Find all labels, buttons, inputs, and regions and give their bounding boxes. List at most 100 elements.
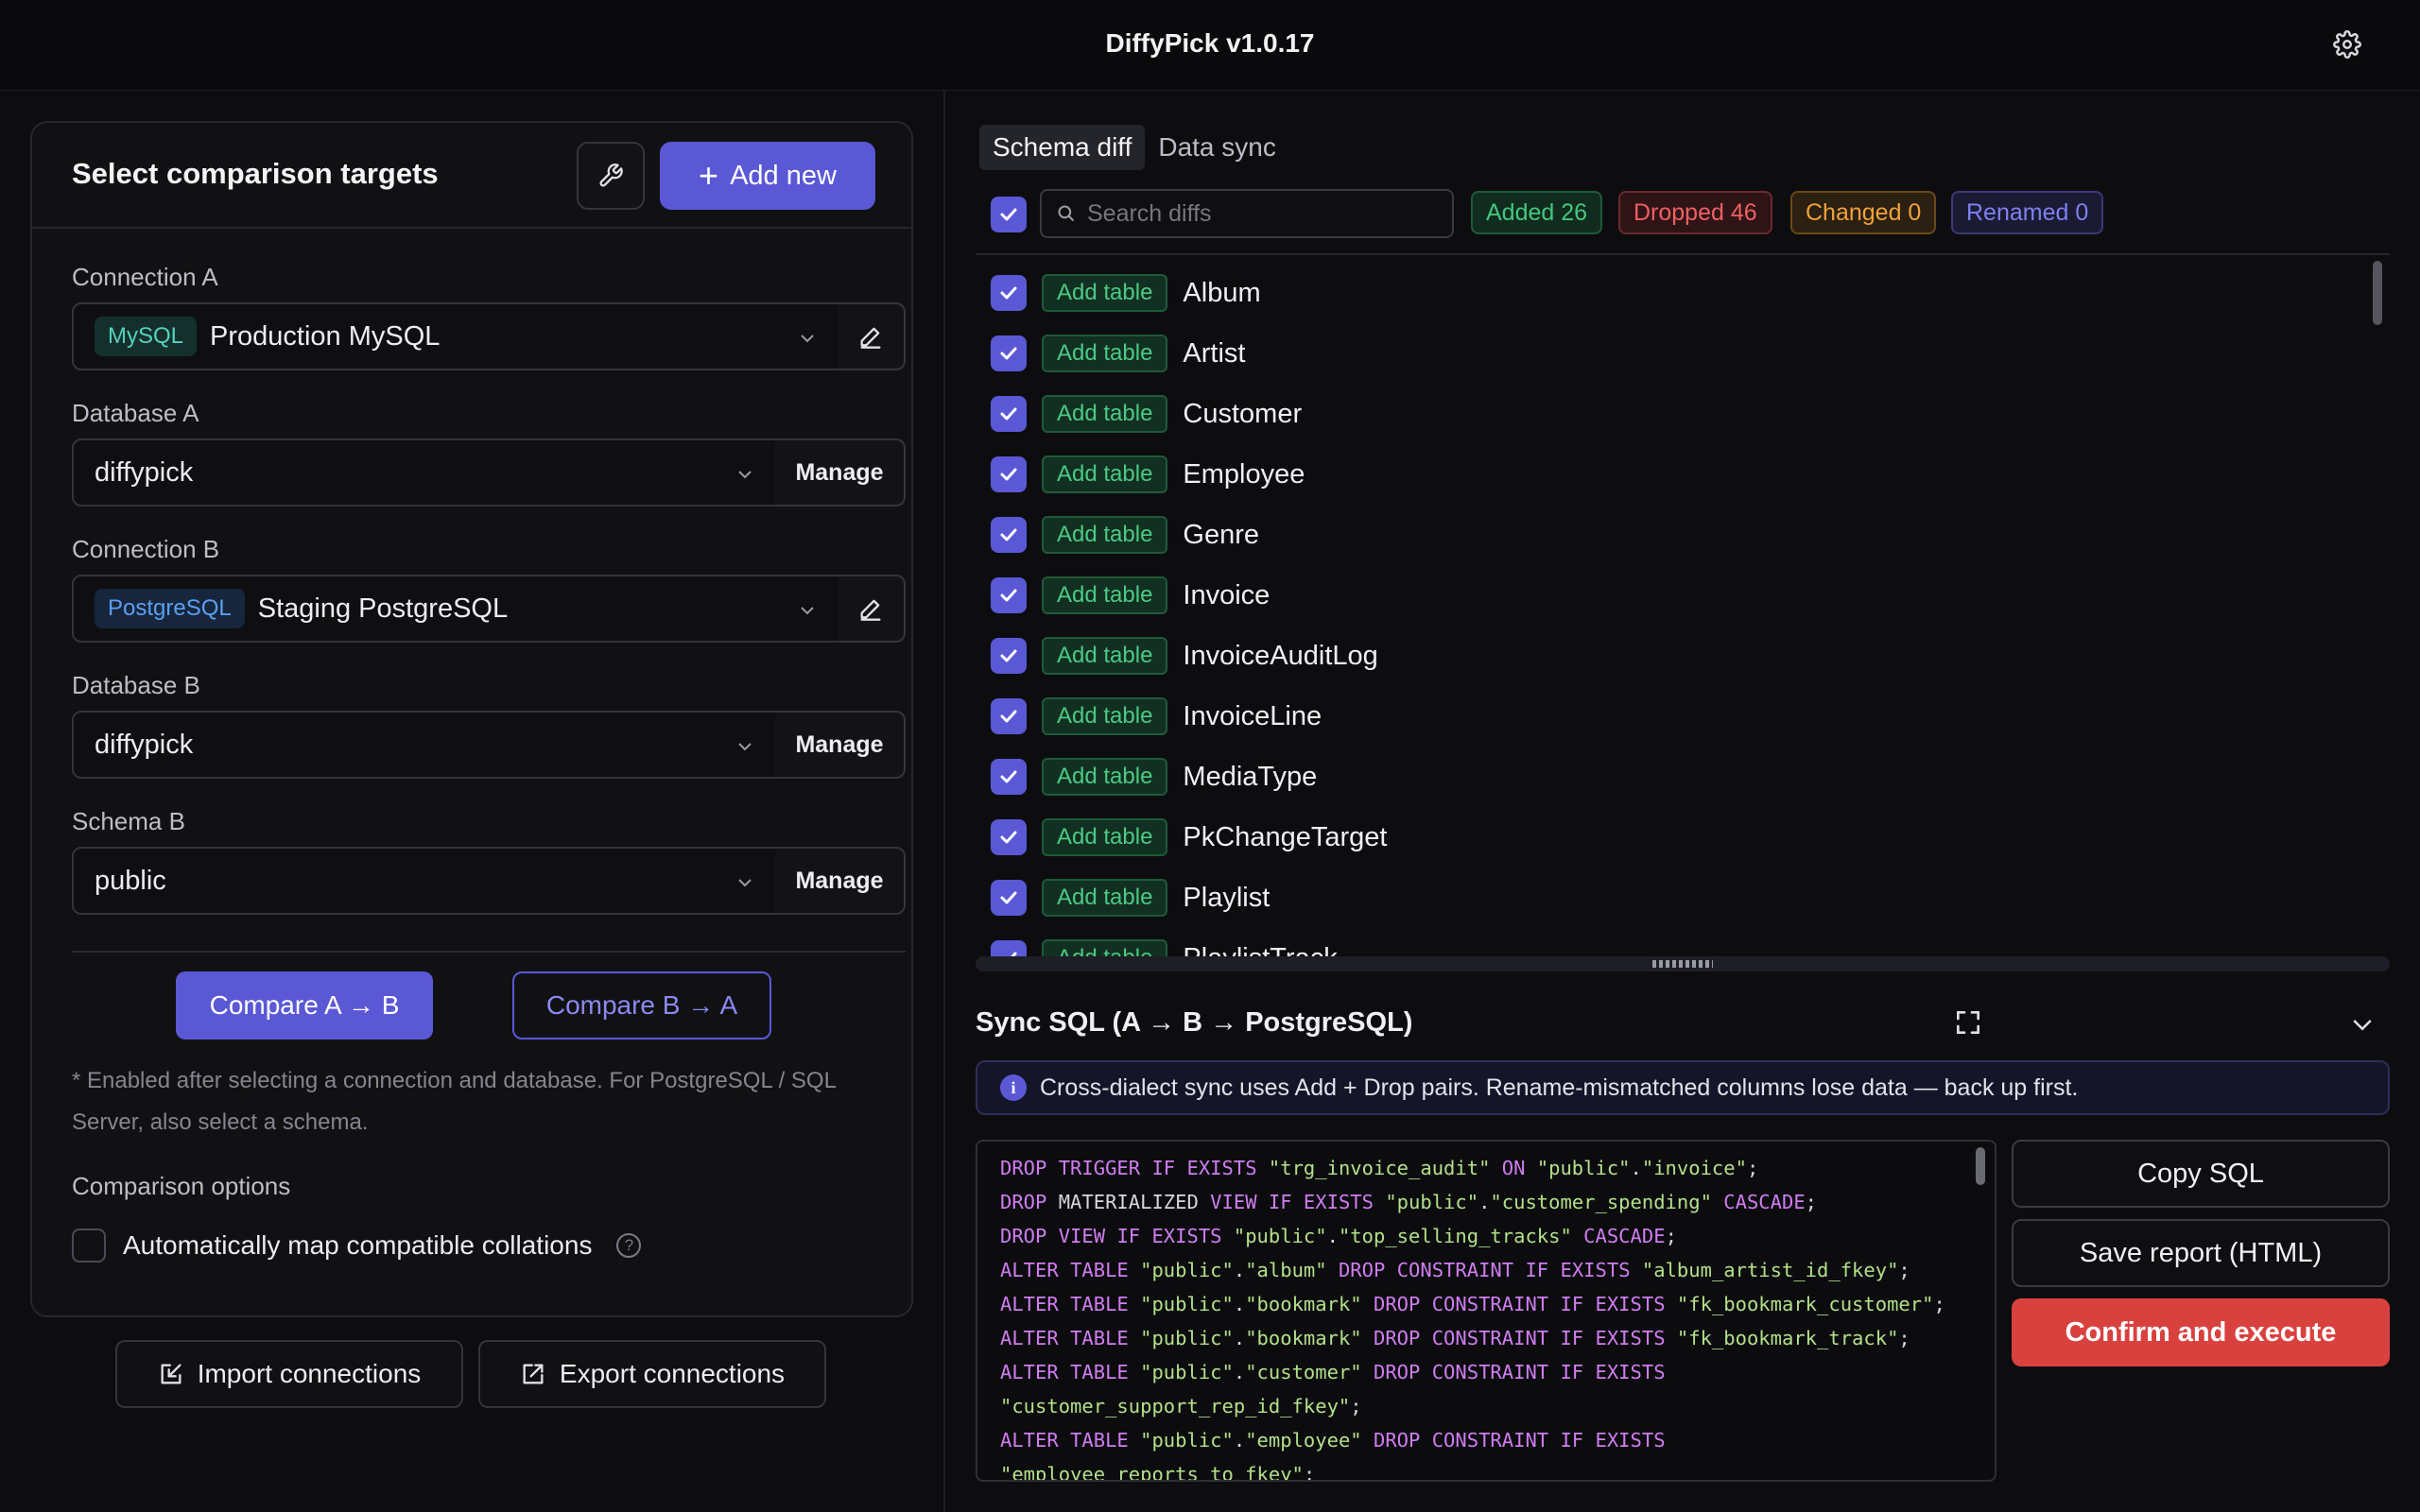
renamed-count-badge[interactable]: Renamed 0 [1951, 191, 2104, 234]
save-report-button[interactable]: Save report (HTML) [2012, 1219, 2390, 1287]
database-b-label: Database B [72, 671, 200, 699]
check-icon [1000, 286, 1017, 300]
wrench-icon [599, 163, 623, 187]
chevron-down-icon [2353, 1020, 2372, 1031]
import-icon [161, 1364, 182, 1384]
pencil-icon [860, 599, 881, 621]
row-checkbox[interactable] [991, 335, 1027, 371]
sql-line: ALTER TABLE "public"."bookmark" DROP CON… [1000, 1327, 1910, 1349]
manage-schema-b-button[interactable]: Manage [775, 847, 906, 915]
list-divider [976, 253, 2390, 255]
table-name: Album [1183, 277, 1261, 308]
check-icon [1000, 770, 1017, 783]
plus-icon: + [699, 156, 719, 195]
check-icon [1000, 589, 1017, 602]
diff-row[interactable]: Add table Invoice [976, 571, 1270, 620]
add-table-tag: Add table [1042, 758, 1168, 796]
comparison-targets-card: Select comparison targets + Add new Conn… [30, 121, 913, 1317]
database-a-value: diffypick [95, 456, 194, 488]
database-a-select[interactable]: diffypick [72, 438, 777, 507]
sql-line: DROP TRIGGER IF EXISTS "trg_invoice_audi… [1000, 1157, 1759, 1179]
compare-a-to-b-button[interactable]: Compare A → B [176, 971, 433, 1040]
check-icon [1000, 407, 1017, 421]
row-checkbox[interactable] [991, 880, 1027, 916]
diff-row[interactable]: Add table Playlist [976, 873, 1270, 922]
edit-connection-a-button[interactable] [838, 302, 906, 370]
import-connections-button[interactable]: Import connections [115, 1340, 463, 1408]
diff-row[interactable]: Add table Customer [976, 389, 1302, 438]
help-icon[interactable]: ? [616, 1233, 642, 1258]
changed-count-badge[interactable]: Changed 0 [1790, 191, 1937, 234]
export-icon [523, 1364, 544, 1384]
diff-row[interactable]: Add table Artist [976, 329, 1245, 378]
row-checkbox[interactable] [991, 698, 1027, 734]
expand-button[interactable] [1953, 1007, 1983, 1042]
compare-b-to-a-button[interactable]: Compare B → A [512, 971, 771, 1040]
search-icon [1058, 205, 1075, 222]
check-icon [1000, 831, 1017, 844]
tab-data-sync[interactable]: Data sync [1145, 125, 1289, 170]
row-checkbox[interactable] [991, 759, 1027, 795]
diff-row[interactable]: Add table MediaType [976, 752, 1317, 801]
added-count-badge[interactable]: Added 26 [1471, 191, 1603, 234]
diff-row[interactable]: Add table Employee [976, 450, 1305, 499]
diff-list-scrollbar[interactable] [2373, 261, 2382, 325]
settings-button[interactable] [2331, 28, 2363, 60]
diff-row[interactable]: Add table InvoiceLine [976, 692, 1322, 741]
tab-schema-diff[interactable]: Schema diff [979, 125, 1146, 170]
row-checkbox[interactable] [991, 275, 1027, 311]
auto-map-collations-option[interactable]: Automatically map compatible collations … [72, 1228, 642, 1263]
copy-sql-button[interactable]: Copy SQL [2012, 1140, 2390, 1208]
diff-row[interactable]: Add table Album [976, 268, 1261, 318]
connection-b-select[interactable]: PostgreSQL Staging PostgreSQL [72, 575, 839, 643]
table-name: PlaylistTrack [1183, 943, 1337, 957]
grip-icon[interactable] [1652, 960, 1713, 968]
database-a-label: Database A [72, 399, 199, 427]
row-checkbox[interactable] [991, 396, 1027, 432]
add-table-tag: Add table [1042, 818, 1168, 856]
edit-connection-b-button[interactable] [838, 575, 906, 643]
schema-b-select[interactable]: public [72, 847, 777, 915]
sql-line: ALTER TABLE "public"."customer" DROP CON… [1000, 1361, 1666, 1383]
diff-row[interactable]: Add table InvoiceAuditLog [976, 631, 1378, 680]
row-checkbox[interactable] [991, 638, 1027, 674]
row-checkbox[interactable] [991, 819, 1027, 855]
add-new-button[interactable]: + Add new [660, 142, 875, 210]
sql-scrollbar[interactable] [1976, 1147, 1985, 1185]
dialect-badge-postgresql: PostgreSQL [95, 589, 245, 628]
select-all-checkbox[interactable] [991, 197, 1027, 232]
diff-row[interactable]: Add table PkChangeTarget [976, 813, 1387, 862]
auto-map-checkbox[interactable] [72, 1228, 106, 1263]
diff-row[interactable]: Add table PlaylistTrack [976, 934, 1338, 956]
add-table-tag: Add table [1042, 576, 1168, 614]
auto-map-label: Automatically map compatible collations [123, 1230, 593, 1260]
collapse-button[interactable] [2348, 1011, 2377, 1044]
export-connections-button[interactable]: Export connections [478, 1340, 826, 1408]
sql-code-viewer[interactable]: DROP TRIGGER IF EXISTS "trg_invoice_audi… [976, 1140, 1996, 1482]
dropped-count-badge[interactable]: Dropped 46 [1618, 191, 1772, 234]
check-icon [1000, 710, 1017, 723]
search-input[interactable]: Search diffs [1040, 189, 1454, 238]
row-checkbox[interactable] [991, 940, 1027, 956]
panel-divider[interactable] [943, 91, 945, 1512]
manage-database-b-button[interactable]: Manage [775, 711, 906, 779]
add-table-tag: Add table [1042, 939, 1168, 956]
tab-bar: Schema diff Data sync [979, 125, 1289, 170]
connection-a-value: Production MySQL [210, 320, 441, 352]
chevron-down-icon [738, 471, 752, 479]
sql-line: DROP VIEW IF EXISTS "public"."top_sellin… [1000, 1225, 1677, 1247]
table-name: Playlist [1183, 882, 1270, 913]
confirm-execute-button[interactable]: Confirm and execute [2012, 1298, 2390, 1366]
section-divider [72, 951, 906, 953]
row-checkbox[interactable] [991, 456, 1027, 492]
row-checkbox[interactable] [991, 577, 1027, 613]
database-b-select[interactable]: diffypick [72, 711, 777, 779]
row-checkbox[interactable] [991, 517, 1027, 553]
add-table-tag: Add table [1042, 697, 1168, 735]
connection-a-select[interactable]: MySQL Production MySQL [72, 302, 839, 370]
card-title: Select comparison targets [72, 157, 439, 190]
table-name: Customer [1183, 398, 1303, 429]
diff-row[interactable]: Add table Genre [976, 510, 1259, 559]
tools-button[interactable] [577, 142, 645, 210]
manage-database-a-button[interactable]: Manage [775, 438, 906, 507]
